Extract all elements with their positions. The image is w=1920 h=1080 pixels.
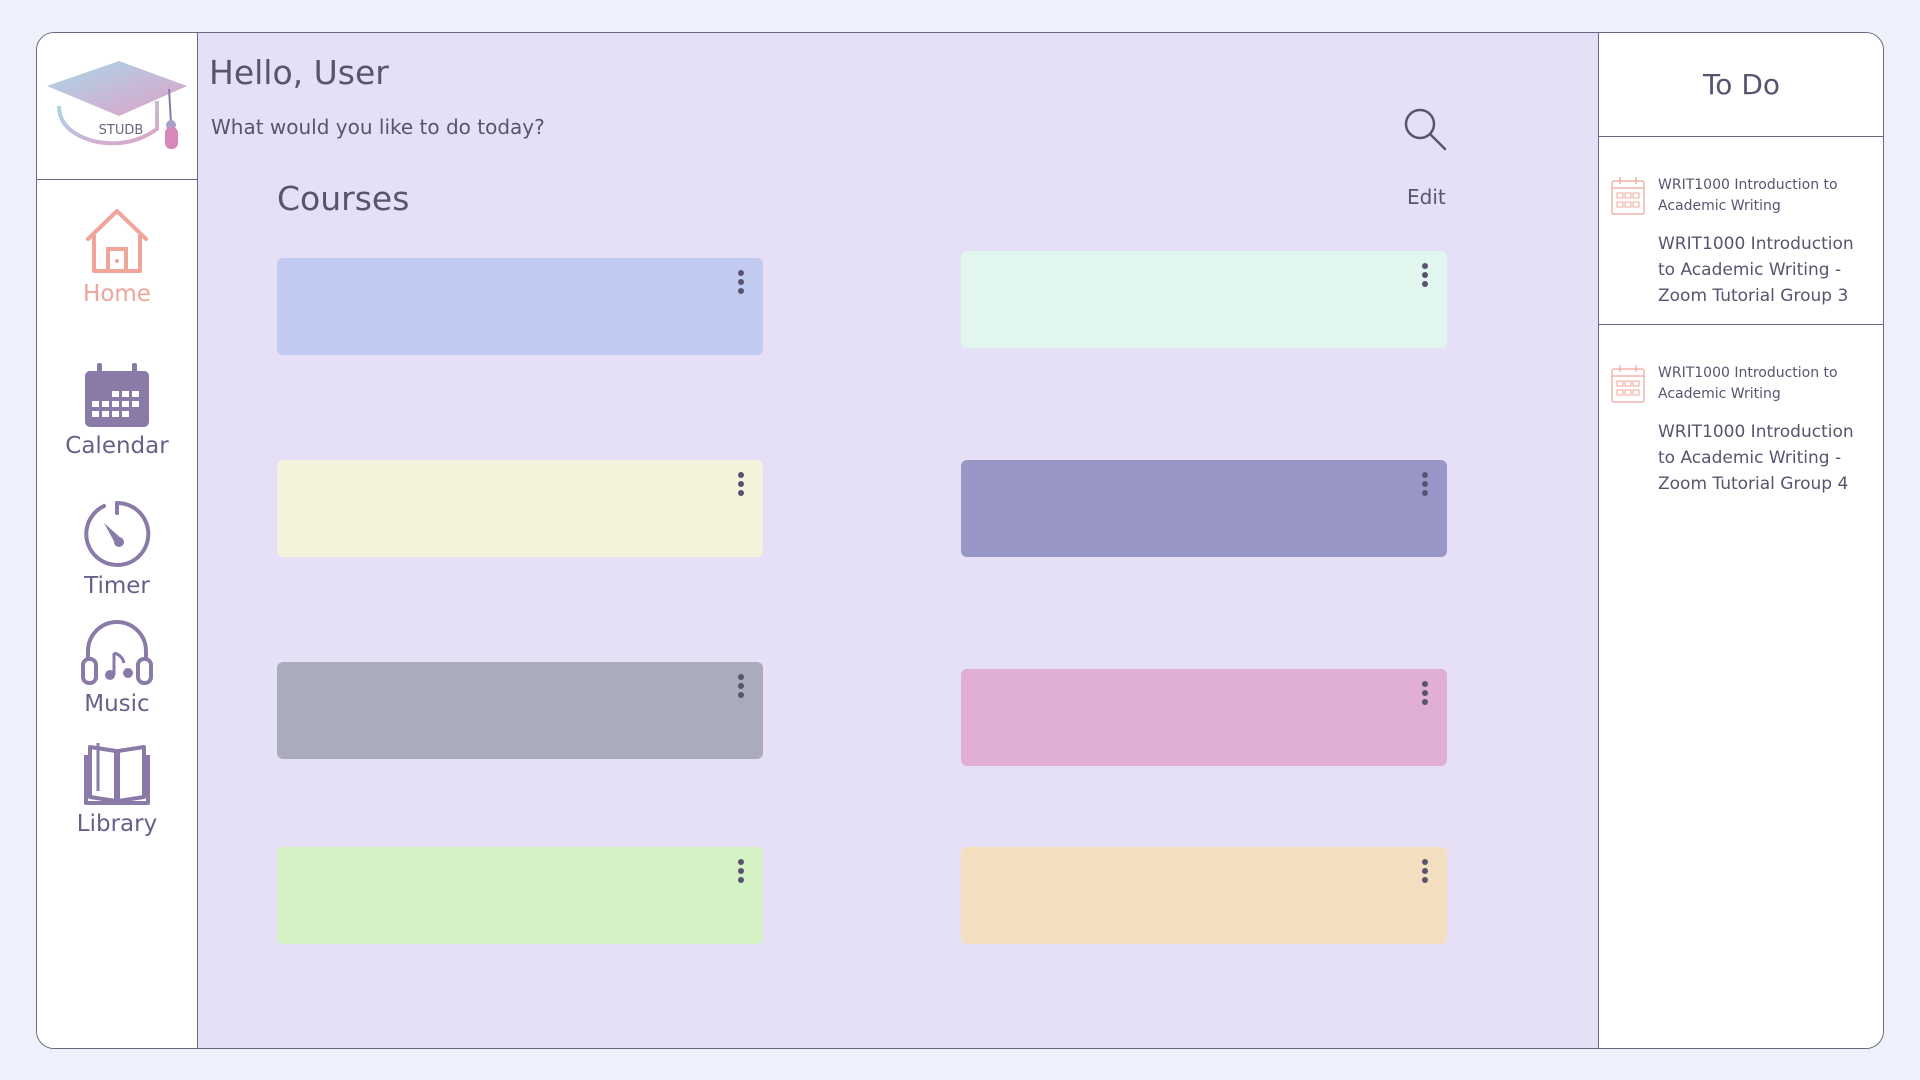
more-options-icon[interactable] [735, 674, 747, 704]
todo-course: WRIT1000 Introduction to Academic Writin… [1658, 365, 1838, 402]
todo-item-title: WRIT1000 Introduction to Academic Writin… [1658, 234, 1854, 306]
todo-item[interactable]: WRIT1000 Introduction to Academic Writin… [1599, 325, 1883, 512]
more-options-icon[interactable] [1419, 681, 1431, 711]
course-card[interactable] [277, 847, 763, 944]
logo-text: STUDB [98, 123, 144, 138]
sidebar-item-label: Calendar [65, 433, 169, 459]
todo-panel: To Do WRIT1000 Introduction to Academic … [1598, 33, 1883, 1048]
sidebar-item-label: Library [76, 811, 158, 837]
todo-course: WRIT1000 Introduction to Academic Writin… [1658, 177, 1838, 214]
more-options-icon[interactable] [1419, 263, 1431, 293]
sidebar-item-label: Timer [84, 573, 150, 599]
sidebar-item-calendar[interactable]: Calendar [37, 363, 197, 459]
sidebar-item-label: Home [83, 281, 151, 307]
more-options-icon[interactable] [735, 270, 747, 300]
more-options-icon[interactable] [1419, 472, 1431, 502]
more-options-icon[interactable] [735, 472, 747, 502]
greeting-subtitle: What would you like to do today? [211, 115, 545, 139]
course-card[interactable] [277, 662, 763, 759]
todo-title: To Do [1599, 33, 1883, 137]
search-icon [1404, 108, 1447, 151]
calendar-icon [1611, 365, 1645, 403]
book-icon [84, 743, 150, 805]
search-button[interactable] [1403, 107, 1447, 155]
sidebar-item-label: Music [84, 691, 150, 717]
home-icon [86, 209, 148, 273]
courses-heading: Courses [277, 179, 410, 218]
sidebar-item-timer[interactable]: Timer [37, 499, 197, 599]
graduation-cap-icon [47, 61, 187, 149]
greeting-title: Hello, User [209, 53, 389, 92]
more-options-icon[interactable] [1419, 859, 1431, 889]
sidebar-item-library[interactable]: Library [37, 741, 197, 837]
course-card[interactable] [961, 847, 1447, 944]
todo-item-title: WRIT1000 Introduction to Academic Writin… [1658, 422, 1854, 494]
todo-item[interactable]: WRIT1000 Introduction to Academic Writin… [1599, 137, 1883, 325]
sidebar: STUDB Home Calendar Timer Music Library [37, 33, 198, 1048]
sidebar-item-music[interactable]: Music [37, 617, 197, 717]
course-card[interactable] [961, 669, 1447, 766]
course-card[interactable] [961, 460, 1447, 557]
course-card[interactable] [277, 460, 763, 557]
more-options-icon[interactable] [735, 859, 747, 889]
course-card[interactable] [961, 251, 1447, 348]
logo[interactable]: STUDB [37, 33, 197, 180]
calendar-icon [85, 363, 149, 427]
course-card[interactable] [277, 258, 763, 355]
timer-icon [84, 500, 151, 567]
calendar-icon [1611, 177, 1645, 215]
sidebar-item-home[interactable]: Home [37, 205, 197, 307]
headphones-icon [81, 620, 153, 685]
app-window: STUDB Home Calendar Timer Music Library … [36, 32, 1884, 1049]
edit-courses-button[interactable]: Edit [1407, 185, 1446, 209]
